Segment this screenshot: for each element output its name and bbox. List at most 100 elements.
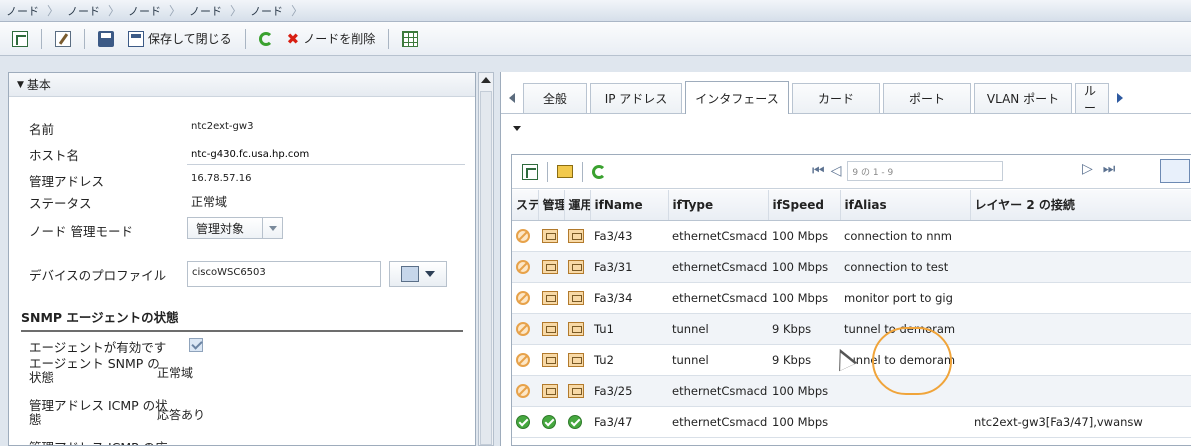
save-close-button[interactable]: 保存して閉じる (124, 28, 236, 49)
open-button[interactable] (8, 29, 32, 49)
breadcrumb-item[interactable]: ノード〉 (67, 2, 128, 19)
edit-button[interactable] (51, 29, 75, 49)
admin-status-icon (542, 259, 558, 274)
breadcrumb-label[interactable]: ノード (67, 3, 100, 19)
table-row[interactable]: Fa3/31 ethernetCsmacd 100 Mbps connectio… (512, 251, 1191, 283)
mgmt-icmp-label: 管理アドレス ICMP の状態 (29, 398, 168, 427)
mgmt-address-label: 管理アドレス (29, 174, 105, 189)
column-iftype[interactable]: ifType (668, 190, 769, 221)
last-page-icon[interactable]: ⏭ (1103, 161, 1116, 177)
open-icon[interactable] (522, 163, 538, 180)
column-status[interactable]: ステ (512, 190, 539, 221)
breadcrumb-item[interactable]: ノード〉 (189, 2, 250, 19)
first-page-icon[interactable]: ⏮ (812, 163, 825, 179)
save-button[interactable] (94, 29, 118, 49)
hostname-input[interactable] (187, 145, 465, 165)
no-polling-icon (516, 228, 530, 243)
name-value: ntc2ext-gw3 (191, 121, 254, 132)
mgmt-mode-value[interactable]: 管理対象 (188, 220, 262, 237)
ifspeed-cell: 9 Kbps (768, 344, 840, 376)
mgmt-mode-select[interactable]: 管理対象 (187, 217, 283, 239)
scroll-up-icon[interactable] (481, 77, 491, 83)
hostname-label: ホスト名 (29, 148, 80, 163)
tab-interfaces[interactable]: インタフェース (685, 81, 789, 114)
delete-node-button[interactable]: ✖ ノードを削除 (283, 28, 380, 49)
iftype-cell: ethernetCsmacd (668, 375, 768, 407)
tab-routers[interactable]: ルー (1075, 83, 1109, 113)
column-ifname[interactable]: ifName (590, 190, 669, 221)
node-basic-panel: ▼ 基本 名前 ntc2ext-gw3 ホスト名 管理アドレス 16.78.57… (8, 72, 476, 446)
breadcrumb-item[interactable]: ノード〉 (6, 2, 67, 19)
breadcrumb-label[interactable]: ノード (6, 3, 39, 19)
toolbar-separator (84, 28, 85, 49)
iftype-cell: ethernetCsmacd (668, 282, 768, 314)
basic-section-header[interactable]: ▼ 基本 (9, 73, 475, 97)
collapse-triangle-icon[interactable] (513, 126, 521, 131)
tab-vlan-ports[interactable]: VLAN ポート (974, 83, 1072, 113)
table-row[interactable]: Fa3/25 ethernetCsmacd 100 Mbps (512, 375, 1191, 407)
oper-cell (564, 251, 590, 283)
iftype-cell: ethernetCsmacd (668, 251, 768, 283)
tab-cards[interactable]: カード (792, 83, 880, 113)
breadcrumb-item[interactable]: ノード〉 (128, 2, 189, 19)
pager-range: 9 の 1 - 9 (847, 161, 1004, 181)
admin-cell (538, 251, 564, 283)
folder-icon[interactable] (557, 165, 573, 178)
chevron-down-icon[interactable] (262, 218, 282, 238)
table-row[interactable]: Fa3/47 ethernetCsmacd 100 Mbps ntc2ext-g… (512, 406, 1191, 438)
tab-scroll-right-button[interactable] (1109, 83, 1131, 113)
iftype-cell: ethernetCsmacd (668, 406, 768, 438)
breadcrumb-label[interactable]: ノード (128, 3, 161, 19)
tab-ports[interactable]: ポート (883, 83, 971, 113)
device-profile-menu-button[interactable] (389, 261, 447, 287)
node-details-panel: 全般 IP アドレス インタフェース カード ポート VLAN ポート ルー ⏮… (500, 72, 1191, 446)
breadcrumb-label[interactable]: ノード (189, 3, 222, 19)
breadcrumb-separator: 〉 (291, 4, 304, 18)
tab-general[interactable]: 全般 (523, 83, 587, 113)
status-cell (512, 220, 538, 252)
tab-ip-address[interactable]: IP アドレス (590, 83, 682, 113)
column-oper[interactable]: 運用 (564, 190, 591, 221)
next-page-icon[interactable]: ▷ (1082, 161, 1093, 177)
pager: ⏮ ◁ 9 の 1 - 9 (812, 161, 1004, 181)
oper-cell (564, 375, 590, 407)
agent-snmp-status-value: 正常域 (157, 366, 194, 380)
table-row[interactable]: Tu1 tunnel 9 Kbps tunnel to demoram (512, 313, 1191, 345)
toolbar-separator (244, 28, 246, 49)
toolbar-separator (547, 161, 548, 182)
ifspeed-cell: 9 Kbps (768, 313, 840, 345)
refresh-icon[interactable] (592, 164, 606, 179)
device-profile-field[interactable]: ciscoWSC6503 (187, 261, 381, 287)
agent-enabled-checkbox[interactable] (189, 338, 203, 352)
breadcrumb-item[interactable]: ノード〉 (250, 2, 311, 19)
agent-snmp-status-label: エージェント SNMP の状態 (29, 356, 160, 385)
previous-page-icon[interactable]: ◁ (831, 163, 842, 179)
delete-node-label[interactable]: ノードを削除 (303, 30, 375, 47)
no-polling-icon (516, 290, 530, 305)
table-row[interactable]: Fa3/34 ethernetCsmacd 100 Mbps monitor p… (512, 282, 1191, 314)
breadcrumb-separator: 〉 (230, 4, 243, 18)
table-options-button[interactable] (1160, 159, 1190, 183)
scroll-thumb[interactable] (480, 91, 492, 445)
profile-lookup-icon (401, 266, 419, 282)
column-admin[interactable]: 管理 (538, 190, 565, 221)
column-ifalias[interactable]: ifAlias (840, 190, 971, 221)
table-row[interactable]: Fa3/43 ethernetCsmacd 100 Mbps connectio… (512, 220, 1191, 252)
oper-status-icon (568, 383, 584, 398)
chevron-down-icon (425, 271, 435, 277)
save-close-label[interactable]: 保存して閉じる (148, 30, 232, 47)
edit-icon (55, 30, 71, 47)
breadcrumb-label[interactable]: ノード (250, 3, 283, 19)
oper-status-icon (568, 259, 584, 274)
admin-status-icon (542, 352, 558, 367)
column-ifspeed[interactable]: ifSpeed (768, 190, 841, 221)
left-scrollbar[interactable] (478, 72, 494, 446)
column-layer2[interactable]: レイヤー 2 の接続 (970, 190, 1191, 221)
table-view-button[interactable] (398, 29, 422, 49)
ifspeed-cell: 100 Mbps (768, 220, 840, 252)
status-cell (512, 282, 538, 314)
admin-cell (538, 220, 564, 252)
tab-scroll-left-button[interactable] (501, 83, 523, 113)
layer2-cell (970, 282, 1191, 314)
refresh-button[interactable] (255, 30, 277, 48)
